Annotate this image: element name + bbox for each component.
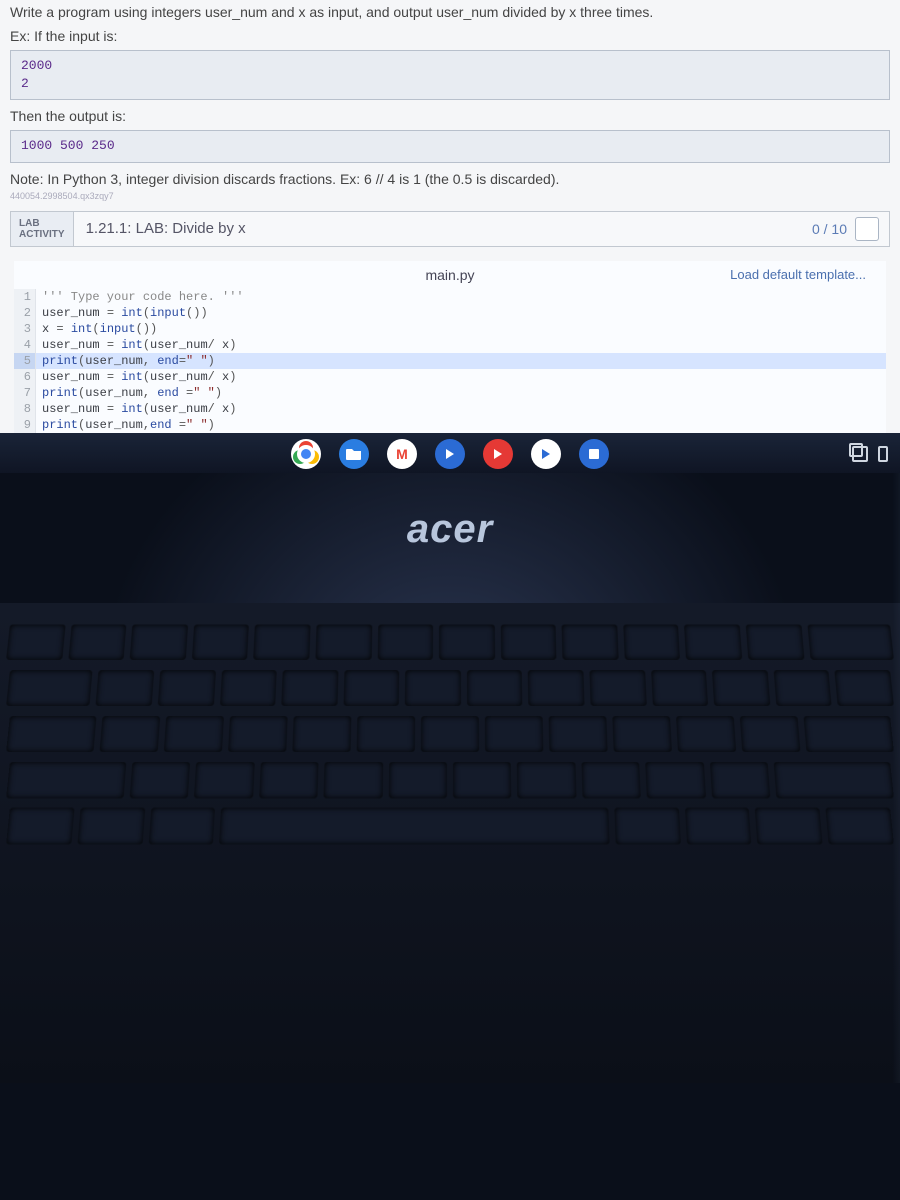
- line-number: 6: [14, 369, 36, 385]
- code-line[interactable]: 3x = int(input()): [14, 321, 886, 337]
- line-content[interactable]: ''' Type your code here. ''': [36, 289, 244, 305]
- code-line[interactable]: 1''' Type your code here. ''': [14, 289, 886, 305]
- lab-header-row: LAB ACTIVITY 1.21.1: LAB: Divide by x 0 …: [10, 211, 890, 247]
- gmail-icon[interactable]: M: [387, 439, 417, 469]
- lab-badge: LAB ACTIVITY: [11, 212, 74, 246]
- line-number: 9: [14, 417, 36, 433]
- code-editor[interactable]: 1''' Type your code here. '''2user_num =…: [14, 289, 886, 433]
- line-number: 3: [14, 321, 36, 337]
- lab-score-text: 0 / 10: [812, 221, 847, 237]
- lab-title: 1.21.1: LAB: Divide by x: [74, 212, 802, 246]
- app-icon-2[interactable]: [579, 439, 609, 469]
- code-line[interactable]: 5print(user_num, end=" "): [14, 353, 886, 369]
- keyboard: [0, 603, 900, 1083]
- code-line[interactable]: 4user_num = int(user_num/ x): [14, 337, 886, 353]
- line-content[interactable]: user_num = int(user_num/ x): [36, 369, 236, 385]
- laptop-bezel: acer: [0, 473, 900, 1083]
- example-intro: Ex: If the input is:: [10, 28, 890, 44]
- line-content[interactable]: print(user_num, end=" "): [36, 353, 215, 369]
- lab-score: 0 / 10: [802, 212, 889, 246]
- line-content[interactable]: user_num = int(user_num/ x): [36, 401, 236, 417]
- lab-badge-top: LAB: [19, 218, 65, 229]
- code-line[interactable]: 6user_num = int(user_num/ x): [14, 369, 886, 385]
- editor-filename: main.py: [425, 267, 474, 283]
- problem-id: 440054.2998504.qx3zqy7: [10, 191, 890, 201]
- line-content[interactable]: user_num = int(user_num/ x): [36, 337, 236, 353]
- app-icon-1[interactable]: [435, 439, 465, 469]
- overview-icon[interactable]: [852, 446, 868, 462]
- chromeos-shelf: M: [0, 433, 900, 473]
- code-line[interactable]: 7print(user_num, end =" "): [14, 385, 886, 401]
- shelf-status-area[interactable]: [852, 446, 888, 462]
- line-content[interactable]: x = int(input()): [36, 321, 157, 337]
- line-number: 1: [14, 289, 36, 305]
- code-line[interactable]: 9print(user_num,end =" "): [14, 417, 886, 433]
- output-intro: Then the output is:: [10, 108, 890, 124]
- phone-hub-icon[interactable]: [878, 446, 888, 462]
- line-number: 8: [14, 401, 36, 417]
- example-output-block: 1000 500 250: [10, 130, 890, 162]
- editor-header: main.py Load default template...: [14, 261, 886, 289]
- line-number: 7: [14, 385, 36, 401]
- load-template-link[interactable]: Load default template...: [730, 267, 866, 282]
- problem-instruction: Write a program using integers user_num …: [10, 4, 890, 20]
- code-line[interactable]: 8user_num = int(user_num/ x): [14, 401, 886, 417]
- lab-score-box-icon: [855, 217, 879, 241]
- problem-panel: Write a program using integers user_num …: [0, 0, 900, 433]
- code-line[interactable]: 2user_num = int(input()): [14, 305, 886, 321]
- laptop-brand-logo: acer: [407, 507, 493, 552]
- lab-badge-bottom: ACTIVITY: [19, 229, 65, 240]
- line-content[interactable]: print(user_num,end =" "): [36, 417, 215, 433]
- editor-panel: main.py Load default template... 1''' Ty…: [14, 261, 886, 433]
- files-icon[interactable]: [339, 439, 369, 469]
- chrome-icon[interactable]: [291, 439, 321, 469]
- problem-note: Note: In Python 3, integer division disc…: [10, 171, 890, 187]
- example-input-block: 2000 2: [10, 50, 890, 100]
- line-content[interactable]: print(user_num, end =" "): [36, 385, 222, 401]
- play-icon[interactable]: [531, 439, 561, 469]
- line-number: 2: [14, 305, 36, 321]
- line-content[interactable]: user_num = int(input()): [36, 305, 208, 321]
- line-number: 5: [14, 353, 36, 369]
- youtube-icon[interactable]: [483, 439, 513, 469]
- line-number: 4: [14, 337, 36, 353]
